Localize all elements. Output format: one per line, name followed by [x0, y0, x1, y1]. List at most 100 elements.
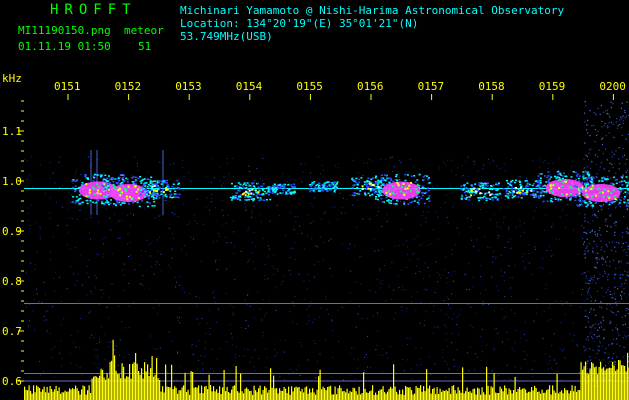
noise-dot — [444, 324, 446, 326]
noise-dot — [451, 170, 453, 172]
echo-pixel — [238, 187, 241, 189]
echo-pixel — [536, 185, 539, 187]
noise-dot — [597, 346, 599, 347]
noise-dot — [588, 152, 590, 154]
noise-bar — [546, 390, 548, 400]
echo-pixel — [377, 198, 379, 201]
noise-dot — [120, 370, 122, 372]
echo-pixel — [418, 195, 421, 198]
noise-dot — [606, 308, 608, 310]
noise-dot — [216, 268, 218, 270]
noise-dot — [524, 267, 526, 269]
noise-dot — [200, 260, 202, 262]
noise-dot — [179, 307, 181, 309]
noise-dot — [268, 245, 270, 247]
noise-bar — [261, 394, 263, 400]
noise-dot — [416, 291, 418, 293]
noise-dot — [233, 306, 234, 308]
echo-pixel — [547, 175, 550, 177]
noise-dot — [121, 321, 123, 323]
noise-dot — [277, 352, 279, 354]
noise-bar — [349, 391, 351, 400]
echo-hotspot — [519, 186, 522, 189]
noise-dot — [351, 347, 352, 349]
noise-dot — [196, 199, 198, 201]
echo-pixel — [107, 203, 110, 206]
echo-hotspot — [564, 180, 567, 183]
noise-dot — [218, 235, 220, 237]
noise-dot — [505, 315, 507, 317]
noise-bar — [183, 385, 185, 400]
noise-dot — [70, 334, 72, 336]
noise-bar — [526, 392, 528, 400]
echo-pixel — [92, 201, 95, 203]
echo-pixel — [128, 203, 131, 205]
noise-dot — [509, 247, 511, 249]
noise-dot — [585, 105, 587, 107]
noise-dot — [497, 375, 499, 376]
noise-dot — [146, 197, 147, 199]
noise-dot — [528, 262, 530, 264]
noise-bar — [237, 391, 239, 400]
noise-bar — [163, 392, 165, 400]
echo-pixel — [527, 183, 530, 185]
noise-bar — [39, 388, 41, 400]
noise-bar — [427, 388, 429, 400]
noise-dot — [470, 219, 472, 221]
noise-dot — [616, 118, 618, 120]
noise-dot — [239, 355, 241, 357]
echo-pixel — [544, 175, 547, 177]
noise-bar — [282, 390, 284, 400]
meteor-echo — [573, 176, 629, 208]
echo-hotspot — [119, 191, 122, 194]
noise-dot — [415, 309, 417, 311]
noise-dot — [542, 268, 544, 270]
echo-hotspot — [406, 187, 409, 190]
noise-dot — [468, 370, 470, 372]
noise-dot — [405, 214, 407, 216]
noise-dot — [93, 337, 95, 339]
noise-dot — [320, 307, 322, 309]
noise-dot — [614, 231, 616, 233]
echo-pixel — [540, 192, 543, 195]
echo-pixel — [239, 183, 242, 186]
x-tick-label: 0153 — [175, 80, 202, 93]
echo-pixel — [126, 181, 129, 183]
noise-dot — [205, 332, 207, 334]
noise-bar — [24, 386, 26, 400]
echo-pixel — [263, 199, 266, 202]
noise-dot — [118, 220, 120, 222]
echo-pixel — [374, 181, 377, 183]
noise-bar — [475, 394, 477, 400]
noise-dot — [212, 292, 214, 294]
noise-dot — [211, 194, 213, 196]
noise-dot — [584, 253, 586, 255]
noise-dot — [604, 220, 606, 222]
noise-dot — [593, 334, 595, 336]
noise-dot — [150, 255, 152, 257]
echo-pixel — [377, 189, 380, 191]
noise-dot — [586, 298, 588, 300]
noise-dot — [157, 250, 159, 252]
echo-pixel — [246, 196, 249, 198]
noise-dot — [445, 339, 447, 341]
noise-dot — [75, 284, 77, 286]
echo-pixel — [484, 184, 487, 187]
noise-dot — [71, 218, 73, 220]
noise-dot — [90, 238, 92, 240]
noise-dot — [27, 220, 29, 222]
noise-dot — [105, 237, 106, 239]
noise-bar — [228, 392, 230, 400]
noise-bar — [234, 385, 236, 400]
noise-dot — [251, 252, 253, 254]
echo-pixel — [287, 183, 290, 186]
noise-bar — [456, 393, 458, 400]
noise-dot — [605, 225, 607, 226]
noise-bar — [604, 370, 606, 400]
noise-dot — [223, 176, 225, 178]
noise-dot — [445, 194, 447, 196]
noise-dot — [589, 332, 591, 334]
noise-dot — [26, 271, 28, 273]
noise-dot — [561, 304, 563, 306]
noise-dot — [480, 176, 482, 178]
